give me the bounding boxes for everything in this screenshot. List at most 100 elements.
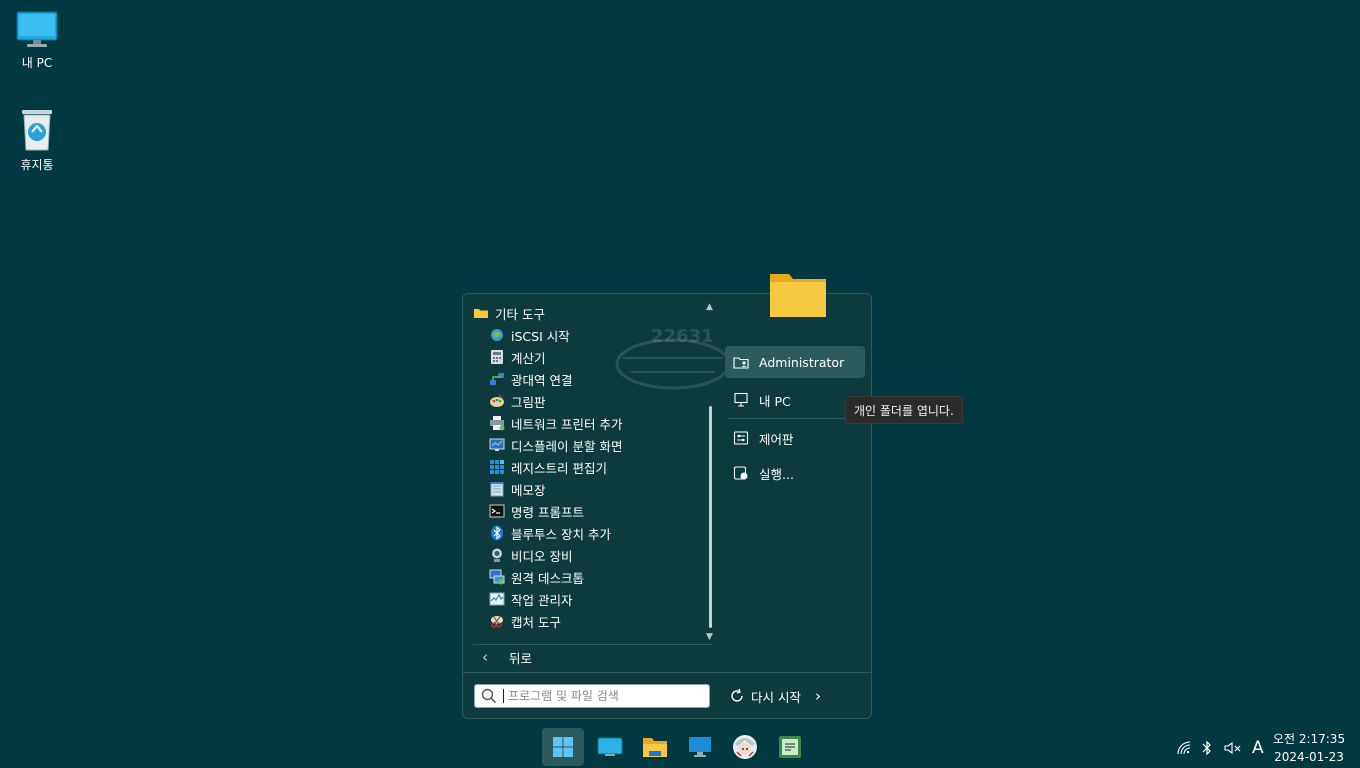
program-label: 네트워크 프린터 추가 xyxy=(511,416,623,432)
divider xyxy=(473,644,713,645)
program-item-snipping-tool[interactable]: 캡처 도구 xyxy=(489,610,561,632)
notepad-icon xyxy=(490,482,504,497)
desktop-icon-my-pc[interactable]: 내 PC xyxy=(1,10,73,71)
taskbar-avatar-app-button[interactable] xyxy=(724,728,766,766)
right-item-label: Administrator xyxy=(759,354,845,370)
folder-label: 기타 도구 xyxy=(495,306,545,322)
program-item-network-printer[interactable]: 네트워크 프린터 추가 xyxy=(489,412,622,434)
taskbar-file-explorer-button[interactable] xyxy=(634,728,676,766)
start-menu: 22631 기타 도구 iSCSI 시작 계산기 광대역 연결 그림판 네트워크… xyxy=(462,293,872,719)
back-label: 뒤로 xyxy=(509,650,533,666)
program-label: 메모장 xyxy=(511,482,546,498)
tooltip: 개인 폴더를 엽니다. xyxy=(845,396,963,424)
taskbar-desktop-button[interactable] xyxy=(589,728,631,766)
webcam-icon xyxy=(492,548,502,562)
divider xyxy=(727,418,863,419)
chevron-right-icon[interactable]: › xyxy=(815,687,821,705)
right-item-label: 실행... xyxy=(759,466,794,482)
back-button[interactable]: ‹ 뒤로 xyxy=(475,646,532,668)
task-manager-icon xyxy=(489,592,505,606)
program-label: iSCSI 시작 xyxy=(511,328,570,344)
program-item-video-device[interactable]: 비디오 장비 xyxy=(489,544,572,566)
search-icon xyxy=(481,688,497,704)
program-item-command-prompt[interactable]: 명령 프롬프트 xyxy=(489,500,584,522)
computer-icon xyxy=(734,392,748,407)
bluetooth-icon xyxy=(491,525,503,541)
program-label: 작업 관리자 xyxy=(511,592,573,608)
right-item-label: 제어판 xyxy=(759,431,794,447)
restart-label: 다시 시작 xyxy=(751,689,801,705)
program-item-iscsi[interactable]: iSCSI 시작 xyxy=(489,324,570,346)
run-icon xyxy=(733,466,748,480)
program-label: 비디오 장비 xyxy=(511,548,573,564)
restart-icon xyxy=(731,688,743,702)
clock-date: 2024-01-23 xyxy=(1274,750,1344,764)
folder-icon xyxy=(474,309,488,318)
scissors-icon xyxy=(491,616,503,628)
program-label: 계산기 xyxy=(511,350,546,366)
control-panel-item[interactable]: 제어판 xyxy=(725,422,865,454)
chevron-left-icon: ‹ xyxy=(482,648,488,666)
network-icon xyxy=(490,373,504,385)
program-item-registry-editor[interactable]: 레지스트리 편집기 xyxy=(489,456,607,478)
scrollbar-thumb[interactable] xyxy=(709,406,712,628)
desktop-icon-label: 내 PC xyxy=(21,56,53,70)
search-box[interactable] xyxy=(474,684,710,708)
remote-desktop-icon xyxy=(489,569,505,585)
my-pc-item[interactable]: 내 PC xyxy=(725,384,865,416)
program-item-paint[interactable]: 그림판 xyxy=(489,390,546,412)
volume-muted-icon[interactable] xyxy=(1224,740,1242,756)
desktop-icon-label: 휴지통 xyxy=(20,158,54,172)
windows-logo-icon xyxy=(553,737,573,757)
run-item[interactable]: 실행... xyxy=(725,457,865,489)
system-tray: A xyxy=(1176,736,1264,760)
program-label: 캡처 도구 xyxy=(511,614,561,630)
bluetooth-tray-icon[interactable] xyxy=(1200,740,1214,756)
desktop-icon xyxy=(597,737,623,756)
program-list-scrollbar[interactable]: ▲ ▼ xyxy=(705,302,717,642)
scroll-up-arrow-icon[interactable]: ▲ xyxy=(706,302,713,312)
program-item-calculator[interactable]: 계산기 xyxy=(489,346,546,368)
monitor-icon xyxy=(689,737,711,757)
terminal-icon xyxy=(489,504,505,518)
program-item-task-manager[interactable]: 작업 관리자 xyxy=(489,588,572,610)
program-item-remote-desktop[interactable]: 원격 데스크톱 xyxy=(489,566,584,588)
clock[interactable]: 오전 2:17:35 2024-01-23 xyxy=(1272,730,1346,766)
printer-icon xyxy=(490,416,505,431)
program-label: 블루투스 장치 추가 xyxy=(511,526,611,542)
program-item-display-split[interactable]: 디스플레이 분할 화면 xyxy=(489,434,622,456)
program-label: 디스플레이 분할 화면 xyxy=(511,438,623,454)
folder-item[interactable]: 기타 도구 xyxy=(473,302,545,324)
search-input[interactable] xyxy=(504,689,702,703)
divider xyxy=(463,672,871,673)
ime-indicator[interactable]: A xyxy=(1252,738,1264,758)
taskbar-monitor-button[interactable] xyxy=(679,728,721,766)
right-item-label: 내 PC xyxy=(759,393,791,409)
program-item-broadband[interactable]: 광대역 연결 xyxy=(489,368,572,390)
control-panel-icon xyxy=(733,431,749,445)
program-item-bluetooth[interactable]: 블루투스 장치 추가 xyxy=(489,522,611,544)
clock-time: 오전 2:17:35 xyxy=(1272,732,1346,746)
program-label: 그림판 xyxy=(511,394,546,410)
system-tool-icon xyxy=(779,736,801,758)
registry-icon xyxy=(490,460,504,474)
user-folder-icon xyxy=(733,357,749,369)
user-folder-item[interactable]: Administrator xyxy=(725,346,865,378)
globe-icon xyxy=(491,329,503,341)
program-item-notepad[interactable]: 메모장 xyxy=(489,478,546,500)
network-status-icon[interactable] xyxy=(1176,740,1192,756)
monitor-icon xyxy=(16,11,58,47)
taskbar-system-tool-button[interactable] xyxy=(769,728,811,766)
palette-icon xyxy=(490,394,504,407)
restart-button[interactable]: 다시 시작 › xyxy=(729,684,821,708)
calculator-icon xyxy=(491,350,503,364)
start-button[interactable] xyxy=(542,728,584,766)
program-list: 기타 도구 iSCSI 시작 계산기 광대역 연결 그림판 네트워크 프린터 추… xyxy=(471,300,707,640)
file-explorer-icon xyxy=(643,738,667,757)
desktop-icon-recycle-bin[interactable]: 휴지통 xyxy=(1,108,73,173)
scroll-down-arrow-icon[interactable]: ▼ xyxy=(706,632,713,642)
program-label: 원격 데스크톱 xyxy=(511,570,584,586)
character-app-icon xyxy=(733,735,757,759)
display-icon xyxy=(489,438,505,451)
program-label: 레지스트리 편집기 xyxy=(511,460,607,476)
